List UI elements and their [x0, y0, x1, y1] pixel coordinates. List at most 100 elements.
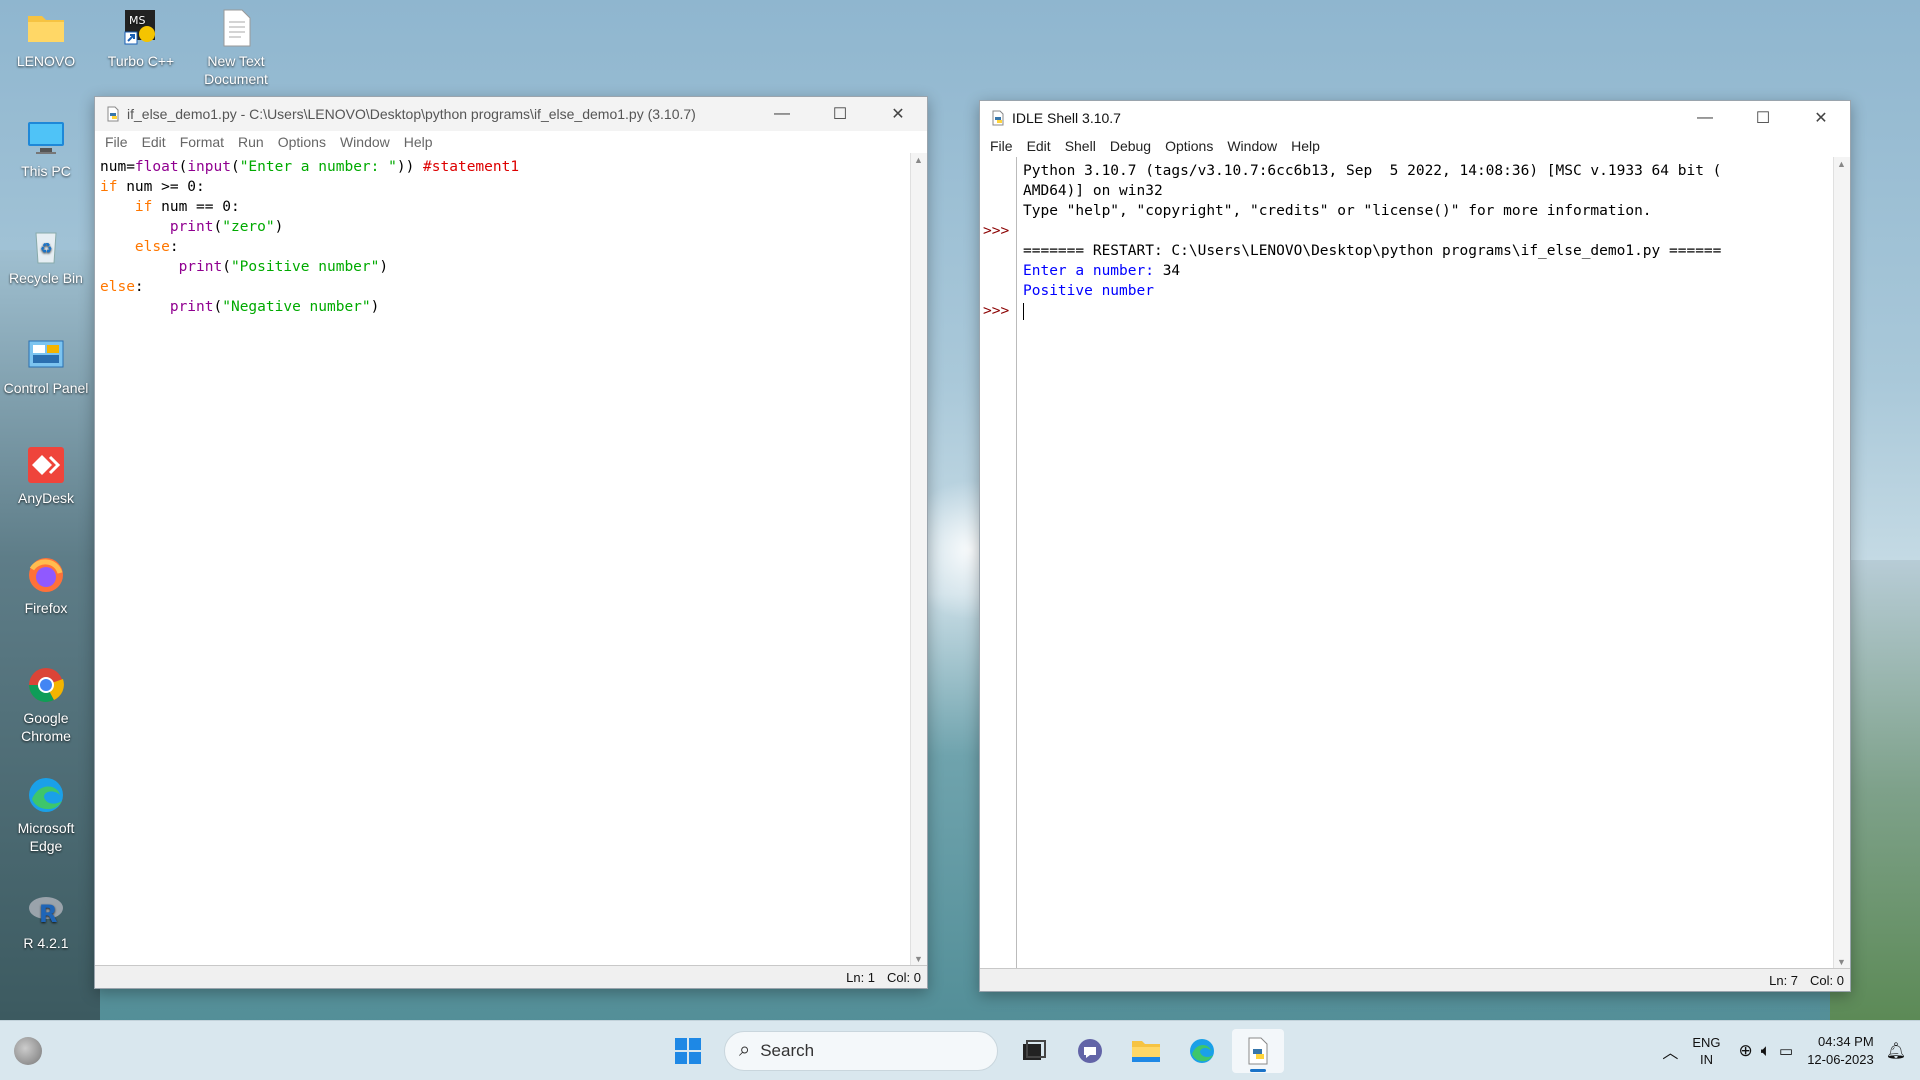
minimize-button[interactable]: — [1676, 101, 1734, 135]
close-button[interactable]: ✕ [869, 97, 927, 131]
close-button[interactable]: ✕ [1792, 101, 1850, 135]
desktop-icon-label: Recycle Bin [9, 270, 83, 286]
clock[interactable]: 04:34 PM 12-06-2023 [1807, 1033, 1874, 1069]
shell-statusbar: Ln: 7 Col: 0 [980, 968, 1850, 991]
search-label: Search [760, 1040, 815, 1060]
monitor-icon [26, 118, 66, 158]
desktop-icon-label: Firefox [24, 600, 68, 616]
desktop-icon-this-pc[interactable]: This PC [0, 118, 92, 180]
menu-options[interactable]: Options [1159, 138, 1221, 154]
shell-output[interactable]: Python 3.10.7 (tags/v3.10.7:6cc6b13, Sep… [1023, 161, 1721, 321]
scroll-down-icon[interactable]: ▼ [1837, 957, 1846, 967]
maximize-button[interactable]: ☐ [1734, 101, 1792, 135]
code-editor[interactable]: num=float(input("Enter a number: ")) #st… [100, 157, 519, 317]
minimize-button[interactable]: — [753, 97, 811, 131]
code-line: num=float(input("Enter a number: ")) #st… [100, 159, 520, 175]
editor-statusbar: Ln: 1 Col: 0 [95, 965, 927, 988]
file-explorer-button[interactable] [1120, 1029, 1172, 1073]
maximize-button[interactable]: ☐ [811, 97, 869, 131]
editor-body: num=float(input("Enter a number: ")) #st… [95, 153, 927, 988]
language-indicator[interactable]: ENG IN [1692, 1034, 1720, 1068]
vertical-scrollbar[interactable]: ▲ ▼ [910, 153, 927, 966]
menu-debug[interactable]: Debug [1104, 138, 1159, 154]
folder-icon [26, 8, 66, 48]
cursor-line [1023, 301, 1721, 321]
notification-bell-icon[interactable]: 🔔︎ [1886, 1041, 1906, 1061]
desktop-icon-turbo-cpp[interactable]: MS Turbo C++ [95, 8, 187, 70]
line-number: Ln: 1 [846, 969, 876, 985]
code-line: else: [100, 239, 179, 255]
editor-menubar: File Edit Format Run Options Window Help [95, 131, 927, 153]
menu-help[interactable]: Help [1285, 138, 1328, 154]
turbo-cpp-icon: MS [121, 8, 161, 48]
editor-window[interactable]: if_else_demo1.py - C:\Users\LENOVO\Deskt… [94, 96, 928, 989]
desktop-icon-edge[interactable]: Microsoft Edge [0, 775, 92, 855]
desktop-icon-r[interactable]: R R 4.2.1 [0, 890, 92, 952]
maximize-icon: ☐ [1755, 110, 1771, 127]
teams-chat-button[interactable] [1064, 1029, 1116, 1073]
python-file-icon [1248, 1037, 1268, 1064]
banner-line: Type "help", "copyright", "credits" or "… [1023, 203, 1652, 219]
close-icon: ✕ [1814, 110, 1828, 127]
start-button[interactable] [662, 1029, 714, 1073]
desktop-icon-label: Google Chrome [21, 710, 71, 744]
prompt-marker: >>> [983, 223, 1010, 239]
desktop-icon-chrome[interactable]: Google Chrome [0, 665, 92, 745]
editor-title: if_else_demo1.py - C:\Users\LENOVO\Deskt… [127, 106, 696, 122]
desktop-icon-lenovo[interactable]: LENOVO [0, 8, 92, 70]
editor-titlebar[interactable]: if_else_demo1.py - C:\Users\LENOVO\Deskt… [95, 97, 927, 131]
shell-window[interactable]: IDLE Shell 3.10.7 — ☐ ✕ File Edit Shell … [979, 100, 1851, 992]
chevron-up-icon[interactable]: ︿ [1662, 1039, 1678, 1063]
desktop-icon-anydesk[interactable]: AnyDesk [0, 445, 92, 507]
desktop-icon-label: New Text Document [204, 53, 268, 87]
prompt-sidebar: >>> >>> [980, 157, 1017, 969]
close-icon: ✕ [891, 106, 905, 123]
menu-edit[interactable]: Edit [1021, 138, 1059, 154]
vertical-scrollbar[interactable]: ▲ ▼ [1833, 157, 1850, 969]
scroll-up-icon[interactable]: ▲ [1837, 159, 1846, 169]
volume-icon[interactable]: 🔈︎ [1761, 1041, 1771, 1061]
task-view-button[interactable] [1008, 1029, 1060, 1073]
task-view-icon [1023, 1039, 1046, 1060]
desktop-icon-recycle-bin[interactable]: ♻ Recycle Bin [0, 225, 92, 287]
menu-window[interactable]: Window [1221, 138, 1285, 154]
menu-run[interactable]: Run [232, 134, 272, 150]
svg-text:♻: ♻ [40, 241, 53, 257]
menu-file[interactable]: File [99, 134, 136, 150]
menu-help[interactable]: Help [398, 134, 441, 150]
restart-line: ======= RESTART: C:\Users\LENOVO\Desktop… [1023, 243, 1722, 259]
battery-icon[interactable]: ▭ [1779, 1042, 1793, 1060]
menu-edit[interactable]: Edit [136, 134, 174, 150]
line-number: Ln: 7 [1769, 972, 1799, 988]
desktop-icon-label: AnyDesk [17, 490, 75, 506]
code-line: else: [100, 279, 144, 295]
date: 12-06-2023 [1807, 1051, 1874, 1067]
code-line: print("Positive number") [100, 259, 389, 275]
menu-shell[interactable]: Shell [1059, 138, 1104, 154]
anydesk-icon [26, 445, 66, 485]
desktop-icon-firefox[interactable]: Firefox [0, 555, 92, 617]
scroll-up-icon[interactable]: ▲ [914, 155, 923, 165]
shell-titlebar[interactable]: IDLE Shell 3.10.7 — ☐ ✕ [980, 101, 1850, 135]
desktop-icon-control-panel[interactable]: Control Panel [0, 335, 92, 397]
r-icon: R [26, 890, 66, 930]
column-number: Col: 0 [1810, 972, 1844, 988]
desktop-icon-new-text-document[interactable]: New Text Document [190, 8, 282, 88]
widgets-icon[interactable] [14, 1037, 42, 1065]
python-idle-taskbar-button[interactable] [1232, 1028, 1284, 1073]
shell-title: IDLE Shell 3.10.7 [1012, 110, 1121, 126]
prompt-marker: >>> [983, 303, 1010, 319]
network-globe-icon[interactable]: ⊕ [1739, 1041, 1753, 1061]
menu-file[interactable]: File [984, 138, 1021, 154]
taskbar: ⌕ Search ︿ ENG IN ⊕ 🔈︎ ▭ 04:34 PM 12-06-… [0, 1020, 1920, 1080]
menu-options[interactable]: Options [272, 134, 334, 150]
taskbar-search[interactable]: ⌕ Search [724, 1030, 998, 1071]
edge-taskbar-button[interactable] [1176, 1029, 1228, 1073]
python-icon [990, 110, 1006, 126]
menu-window[interactable]: Window [334, 134, 398, 150]
chat-icon [1078, 1038, 1102, 1063]
input-line: Enter a number: 34 [1023, 263, 1181, 279]
scroll-down-icon[interactable]: ▼ [914, 954, 923, 964]
menu-format[interactable]: Format [174, 134, 232, 150]
